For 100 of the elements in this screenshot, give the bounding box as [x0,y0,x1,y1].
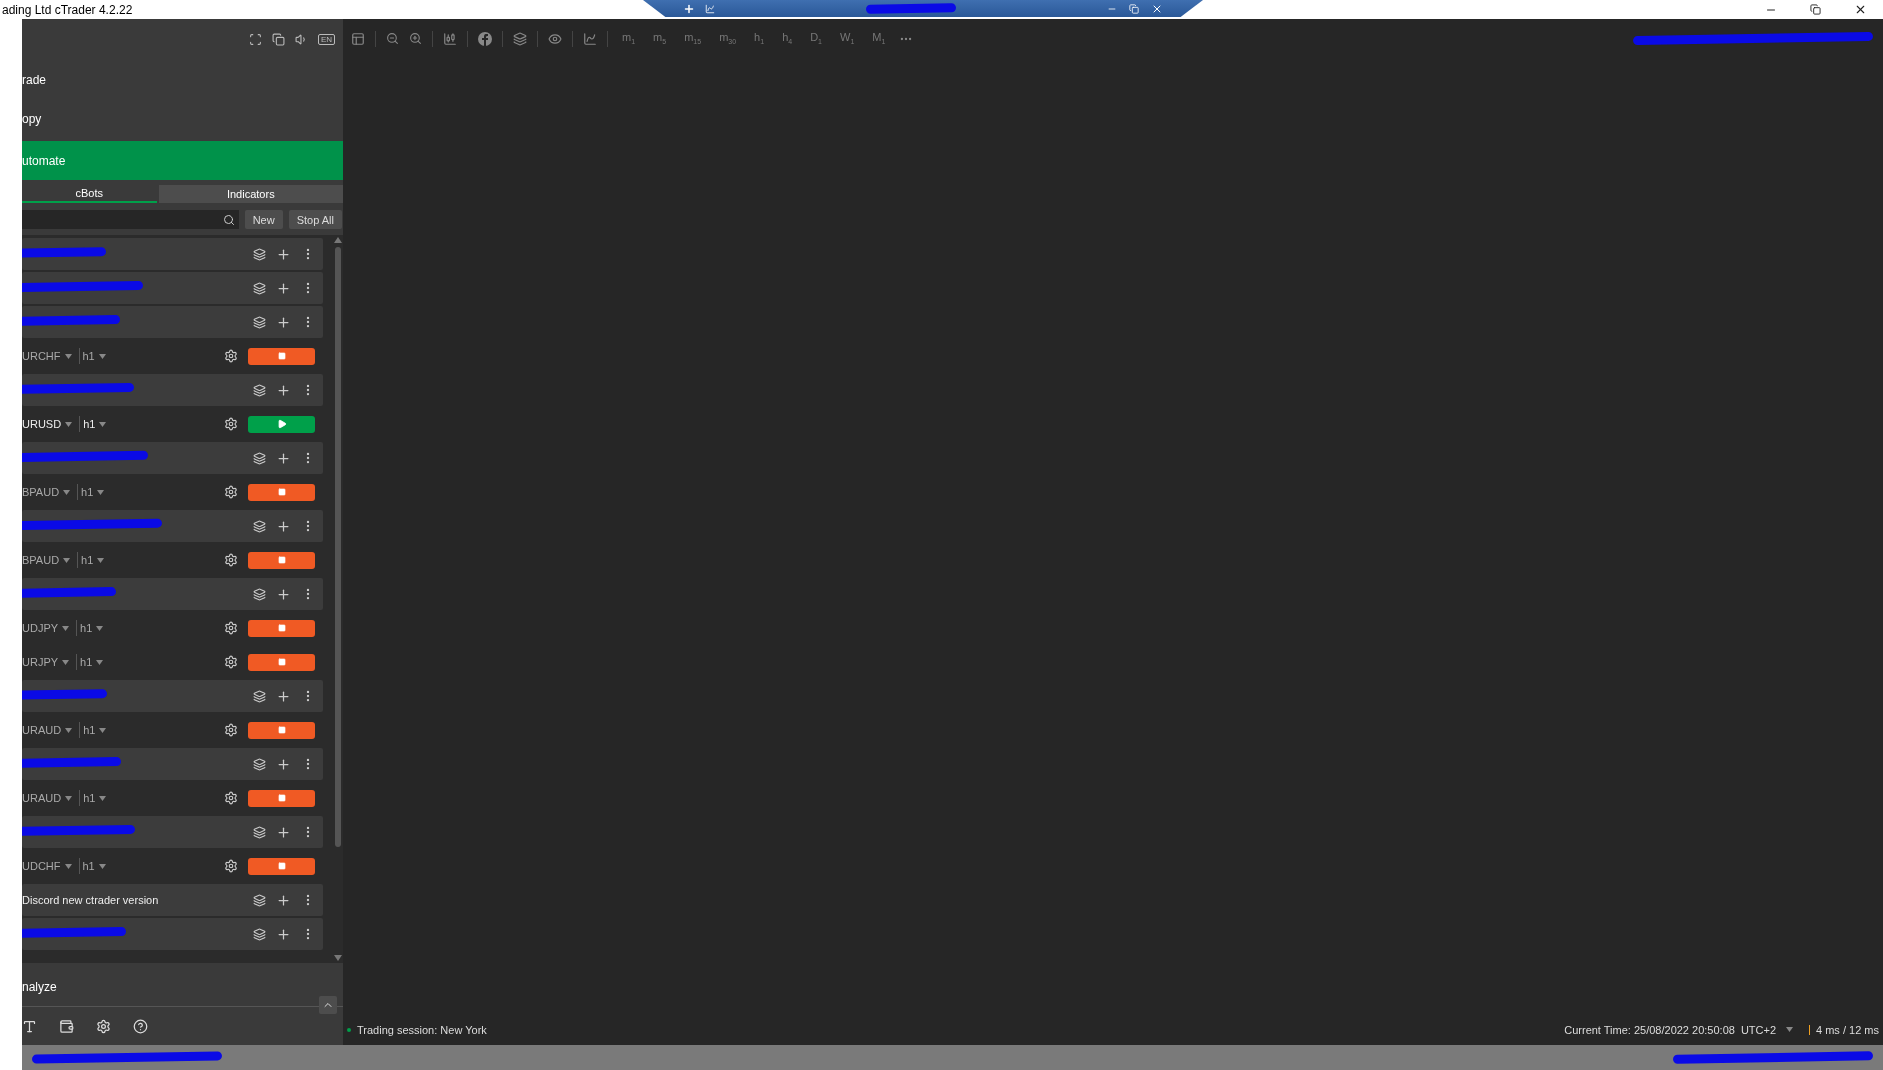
wallet-icon[interactable] [59,1018,74,1034]
stop-button[interactable] [248,483,315,501]
nav-item[interactable]: nalyze [22,979,57,994]
stop-button[interactable] [248,619,315,637]
settings-icon[interactable] [96,1018,111,1034]
gear-icon[interactable] [224,791,238,805]
restore-icon[interactable] [1129,3,1139,14]
gear-icon[interactable] [224,417,238,431]
timezone-selector[interactable]: UTC+2 [1740,1023,1777,1036]
stop-button[interactable] [248,653,315,671]
symbol-label[interactable]: URAUD [22,724,62,736]
tab[interactable]: Indicators [158,185,343,203]
plus-icon[interactable] [276,246,291,262]
symbol-label[interactable]: UDCHF [22,860,61,872]
new-button[interactable]: New [244,210,283,229]
gear-icon[interactable] [224,349,238,363]
timeframe-label[interactable]: h1 [82,860,95,872]
stop-button[interactable] [248,789,315,807]
windows-icon[interactable] [271,33,285,46]
timeframe-button[interactable]: m$_{1}$ [622,31,636,46]
timeframe-button[interactable]: h$_{1}$ [754,31,765,46]
help-icon[interactable] [133,1018,148,1034]
symbol-label[interactable]: UDJPY [22,622,59,634]
cbot-row[interactable]: Discord new ctrader version [22,884,323,916]
plus-icon[interactable] [276,382,291,398]
zoom-in-icon[interactable] [409,32,422,45]
instance-row[interactable]: URCHF h1 [22,340,323,372]
stop-button[interactable] [248,721,315,739]
gear-icon[interactable] [224,485,238,499]
instance-row[interactable]: UDCHF h1 [22,850,323,882]
restore-icon[interactable] [1810,4,1821,15]
plus-icon[interactable] [276,926,291,942]
sound-icon[interactable] [294,33,308,46]
instance-row[interactable]: URUSD h1 [22,408,323,440]
f-circle-icon[interactable] [478,31,492,46]
timeframe-label[interactable]: h1 [82,350,95,362]
plus-icon[interactable] [276,314,291,330]
candlestick-icon[interactable] [443,31,457,46]
close-icon[interactable] [1854,3,1867,16]
timeframe-label[interactable]: h1 [81,554,94,566]
layers-icon[interactable] [513,31,527,46]
symbol-label[interactable]: BPAUD [22,486,60,498]
search-icon[interactable] [222,213,235,226]
timeframe-label[interactable]: h1 [83,724,96,736]
symbol-label[interactable]: URJPY [22,656,59,668]
timeframe-label[interactable]: h1 [80,656,93,668]
gear-icon[interactable] [224,655,238,669]
instance-row[interactable]: URAUD h1 [22,714,323,746]
symbol-label[interactable]: URAUD [22,792,62,804]
symbol-label[interactable]: URCHF [22,350,61,362]
plus-icon[interactable] [276,824,291,840]
scrollbar-thumb[interactable] [335,247,341,847]
plus-icon[interactable] [276,586,291,602]
fullscreen-icon[interactable] [248,33,262,46]
plus-icon[interactable] [276,450,291,466]
instance-row[interactable]: UDJPY h1 [22,612,323,644]
timeframe-button[interactable]: m$_{15}$ [684,31,702,46]
timeframe-button[interactable]: W$_{1}$ [840,31,855,46]
stop-button[interactable] [248,857,315,875]
scroll-up-icon[interactable] [334,237,342,243]
nav-item[interactable]: rade [22,60,343,99]
timeframe-label[interactable]: h1 [81,486,94,498]
gear-icon[interactable] [224,553,238,567]
scroll-down-icon[interactable] [334,955,342,961]
stop-all-button[interactable]: Stop All [288,210,342,229]
timeframe-button[interactable]: h$_{4}$ [782,31,793,46]
search-field[interactable] [22,210,239,229]
plus-icon[interactable] [276,756,291,772]
plus-icon[interactable] [276,688,291,704]
layout-icon[interactable] [351,31,365,46]
pin-icon[interactable] [683,2,695,15]
symbol-label[interactable]: BPAUD [22,554,60,566]
timeframe-button[interactable]: M$_{1}$ [872,31,886,46]
timeframe-label[interactable]: h1 [83,418,96,430]
gear-icon[interactable] [224,621,238,635]
eye-icon[interactable] [548,31,562,46]
plus-icon[interactable] [276,892,291,908]
instance-row[interactable]: URJPY h1 [22,646,323,678]
stop-button[interactable] [248,347,315,365]
gear-icon[interactable] [224,859,238,873]
instance-row[interactable]: URAUD h1 [22,782,323,814]
gear-icon[interactable] [224,723,238,737]
plus-icon[interactable] [276,280,291,296]
zoom-out-icon[interactable] [386,32,399,45]
play-button[interactable] [248,415,315,433]
collapse-button[interactable] [319,996,337,1014]
timeframe-button[interactable]: m$_{30}$ [719,31,737,46]
stop-button[interactable] [248,551,315,569]
timeframe-label[interactable]: h1 [80,622,93,634]
plus-icon[interactable] [276,518,291,534]
timeframe-button[interactable]: D$_{1}$ [810,31,822,46]
symbol-label[interactable]: URUSD [22,418,62,430]
text-icon[interactable] [22,1018,37,1034]
language-key[interactable]: EN [317,34,335,45]
instance-row[interactable]: BPAUD h1 [22,476,323,508]
timeframe-label[interactable]: h1 [83,792,96,804]
timeframe-button[interactable]: m$_{5}$ [653,31,667,46]
chart-settings-icon[interactable] [583,31,597,46]
nav-item[interactable]: opy [22,99,343,138]
instance-row[interactable]: BPAUD h1 [22,544,323,576]
